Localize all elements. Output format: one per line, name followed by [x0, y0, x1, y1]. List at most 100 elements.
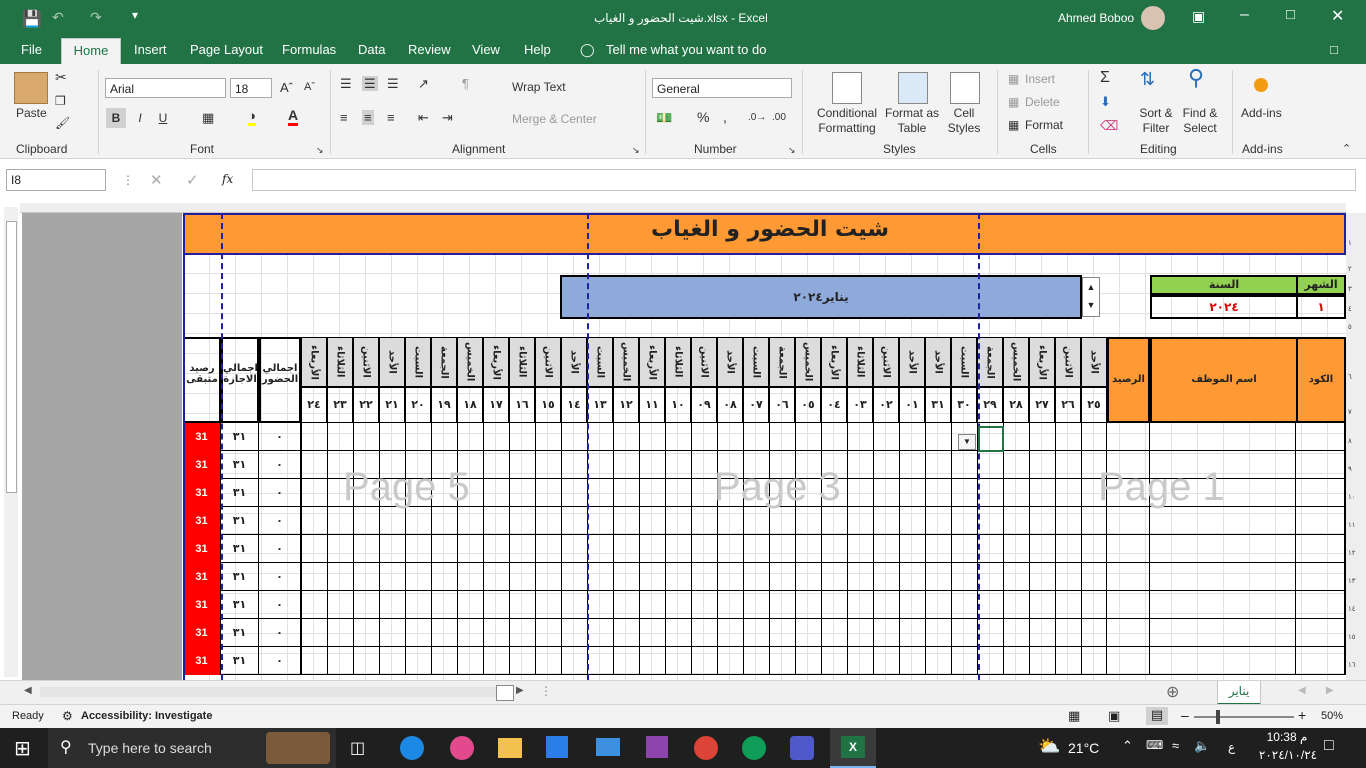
store-icon[interactable]	[546, 736, 568, 758]
accounting-format-icon[interactable]: 💵	[656, 110, 672, 125]
keyboard-icon[interactable]: ⌨	[1146, 738, 1163, 752]
day-number-header[interactable]: ٢٧	[1029, 387, 1055, 423]
task-view-icon[interactable]: ◫	[350, 738, 365, 758]
sort-filter-button[interactable]: Sort & Filter	[1136, 106, 1176, 136]
day-number-header[interactable]: ٠١	[899, 387, 925, 423]
horizontal-scrollbar[interactable]	[40, 687, 496, 697]
day-name-header[interactable]: السبت	[405, 337, 431, 387]
day-name-header[interactable]: الثلاثاء	[665, 337, 691, 387]
remaining-cell[interactable]: 31	[183, 563, 221, 591]
row-number[interactable]: ٤	[1348, 305, 1352, 313]
day-name-header[interactable]: الخميس	[613, 337, 639, 387]
employee-name-cell[interactable]	[1150, 507, 1296, 535]
row-number[interactable]: ٨	[1348, 437, 1352, 445]
row-number[interactable]: ٦	[1348, 373, 1352, 381]
sheet-tab-january[interactable]: يناير	[1217, 681, 1261, 705]
attendance-cells[interactable]	[301, 507, 1107, 535]
day-number-header[interactable]: ٢٦	[1055, 387, 1081, 423]
day-number-header[interactable]: ٣١	[925, 387, 951, 423]
code-cell[interactable]	[1296, 647, 1346, 675]
align-right-icon[interactable]: ≡	[387, 110, 395, 125]
leave-cell[interactable]: ٣١	[221, 507, 259, 535]
data-rows[interactable]: 31 ٣١ ٠ 31 ٣١ ٠ 31 ٣١ ٠ 31 ٣١ ٠ 31 ٣١ ٠ 31 ٣١ ٠ 31 ٣١ ٠ 31 ٣١ ٠…	[183, 423, 1346, 680]
chrome-profile-icon[interactable]	[742, 736, 766, 760]
alignment-dialog-launcher-icon[interactable]: ↘	[632, 143, 640, 158]
table-row[interactable]: 31 ٣١ ٠	[183, 591, 1346, 619]
attendance-cells[interactable]	[301, 647, 1107, 675]
formula-input[interactable]	[252, 169, 1356, 191]
presence-cell[interactable]: ٠	[259, 507, 301, 535]
row-number[interactable]: ٧	[1348, 408, 1352, 416]
align-center-icon[interactable]: ≡	[362, 110, 374, 125]
employee-name-cell[interactable]	[1150, 535, 1296, 563]
zoom-slider[interactable]	[1194, 716, 1294, 718]
period-label[interactable]: يناير٢٠٢٤	[560, 275, 1082, 319]
vertical-scrollbar[interactable]	[4, 207, 18, 677]
day-name-header[interactable]: الجمعة	[977, 337, 1003, 387]
cut-icon[interactable]: ✂	[55, 70, 67, 85]
presence-cell[interactable]: ٠	[259, 563, 301, 591]
leave-cell[interactable]: ٣١	[221, 591, 259, 619]
day-name-header[interactable]: الجمعة	[431, 337, 457, 387]
page-break[interactable]	[587, 213, 589, 680]
format-as-table-button[interactable]: Format as Table	[884, 106, 940, 136]
day-name-header[interactable]: السبت	[587, 337, 613, 387]
minimize-icon[interactable]: –	[1240, 6, 1249, 24]
increase-decimal-icon[interactable]: .0→	[748, 110, 766, 125]
worksheet[interactable]: شيت الحضور و الغياب الشهر السنة ١ ٢٠٢٤ ي…	[0, 203, 1366, 680]
start-icon[interactable]: ⊞	[14, 736, 31, 761]
undo-icon[interactable]: ↶	[52, 9, 64, 26]
day-name-header[interactable]: الخميس	[795, 337, 821, 387]
period-spinner[interactable]: ▲ ▼	[1082, 277, 1100, 317]
tab-file[interactable]: File	[21, 38, 42, 64]
customize-qat-icon[interactable]: ▾	[132, 8, 138, 22]
teams-icon[interactable]	[790, 736, 814, 760]
day-name-header[interactable]: الأربعاء	[1029, 337, 1055, 387]
remaining-cell[interactable]: 31	[183, 507, 221, 535]
code-cell[interactable]	[1296, 507, 1346, 535]
remaining-cell[interactable]: 31	[183, 619, 221, 647]
weather-icon[interactable]: ⛅	[1038, 736, 1060, 757]
leave-cell[interactable]: ٣١	[221, 535, 259, 563]
attendance-cells[interactable]	[301, 619, 1107, 647]
day-number-header[interactable]: ١٨	[457, 387, 483, 423]
day-name-header[interactable]: الثلاثاء	[509, 337, 535, 387]
row-number[interactable]: ١١	[1348, 521, 1356, 529]
row-number[interactable]: ٩	[1348, 465, 1352, 473]
percent-button[interactable]: %	[697, 110, 709, 125]
day-name-header[interactable]: الأحد	[925, 337, 951, 387]
tray-expand-icon[interactable]: ⌃	[1122, 738, 1133, 754]
day-name-header[interactable]: السبت	[743, 337, 769, 387]
balance-cell[interactable]	[1107, 647, 1150, 675]
balance-header[interactable]: الرصيد	[1107, 337, 1150, 423]
day-name-header[interactable]: الأربعاء	[301, 337, 327, 387]
day-number-header[interactable]: ١٤	[561, 387, 587, 423]
balance-cell[interactable]	[1107, 619, 1150, 647]
weather-temp[interactable]: 21°C	[1068, 740, 1099, 756]
decrease-font-icon[interactable]: Aˇ	[304, 80, 315, 95]
attendance-cells[interactable]	[301, 535, 1107, 563]
balance-cell[interactable]	[1107, 563, 1150, 591]
zoom-slider-thumb[interactable]	[1216, 710, 1220, 724]
attendance-cells[interactable]	[301, 563, 1107, 591]
number-format-select[interactable]: General	[652, 78, 792, 98]
clock-date[interactable]: ٢٠٢٤/١٠/٢٤	[1250, 748, 1326, 762]
enter-icon[interactable]: ✓	[186, 171, 199, 189]
tell-me-search[interactable]: Tell me what you want to do	[606, 38, 766, 64]
maximize-icon[interactable]: □	[1286, 6, 1295, 23]
employee-header[interactable]: اسم الموظف	[1150, 337, 1298, 423]
day-name-header[interactable]: الأربعاء	[483, 337, 509, 387]
tab-view[interactable]: View	[472, 38, 500, 64]
tab-formulas[interactable]: Formulas	[282, 38, 336, 64]
leave-cell[interactable]: ٣١	[221, 647, 259, 675]
new-sheet-icon[interactable]: ⊕	[1166, 682, 1179, 702]
align-middle-icon[interactable]: ☰	[362, 76, 378, 91]
leave-cell[interactable]: ٣١	[221, 451, 259, 479]
row-number[interactable]: ١	[1348, 239, 1352, 247]
text-direction-icon[interactable]: ¶	[462, 76, 469, 91]
presence-cell[interactable]: ٠	[259, 451, 301, 479]
leave-cell[interactable]: ٣١	[221, 563, 259, 591]
row-number[interactable]: ١٦	[1348, 661, 1356, 669]
clock-time[interactable]: م 10:38	[1258, 730, 1316, 744]
month-value[interactable]: ١	[1296, 295, 1346, 319]
